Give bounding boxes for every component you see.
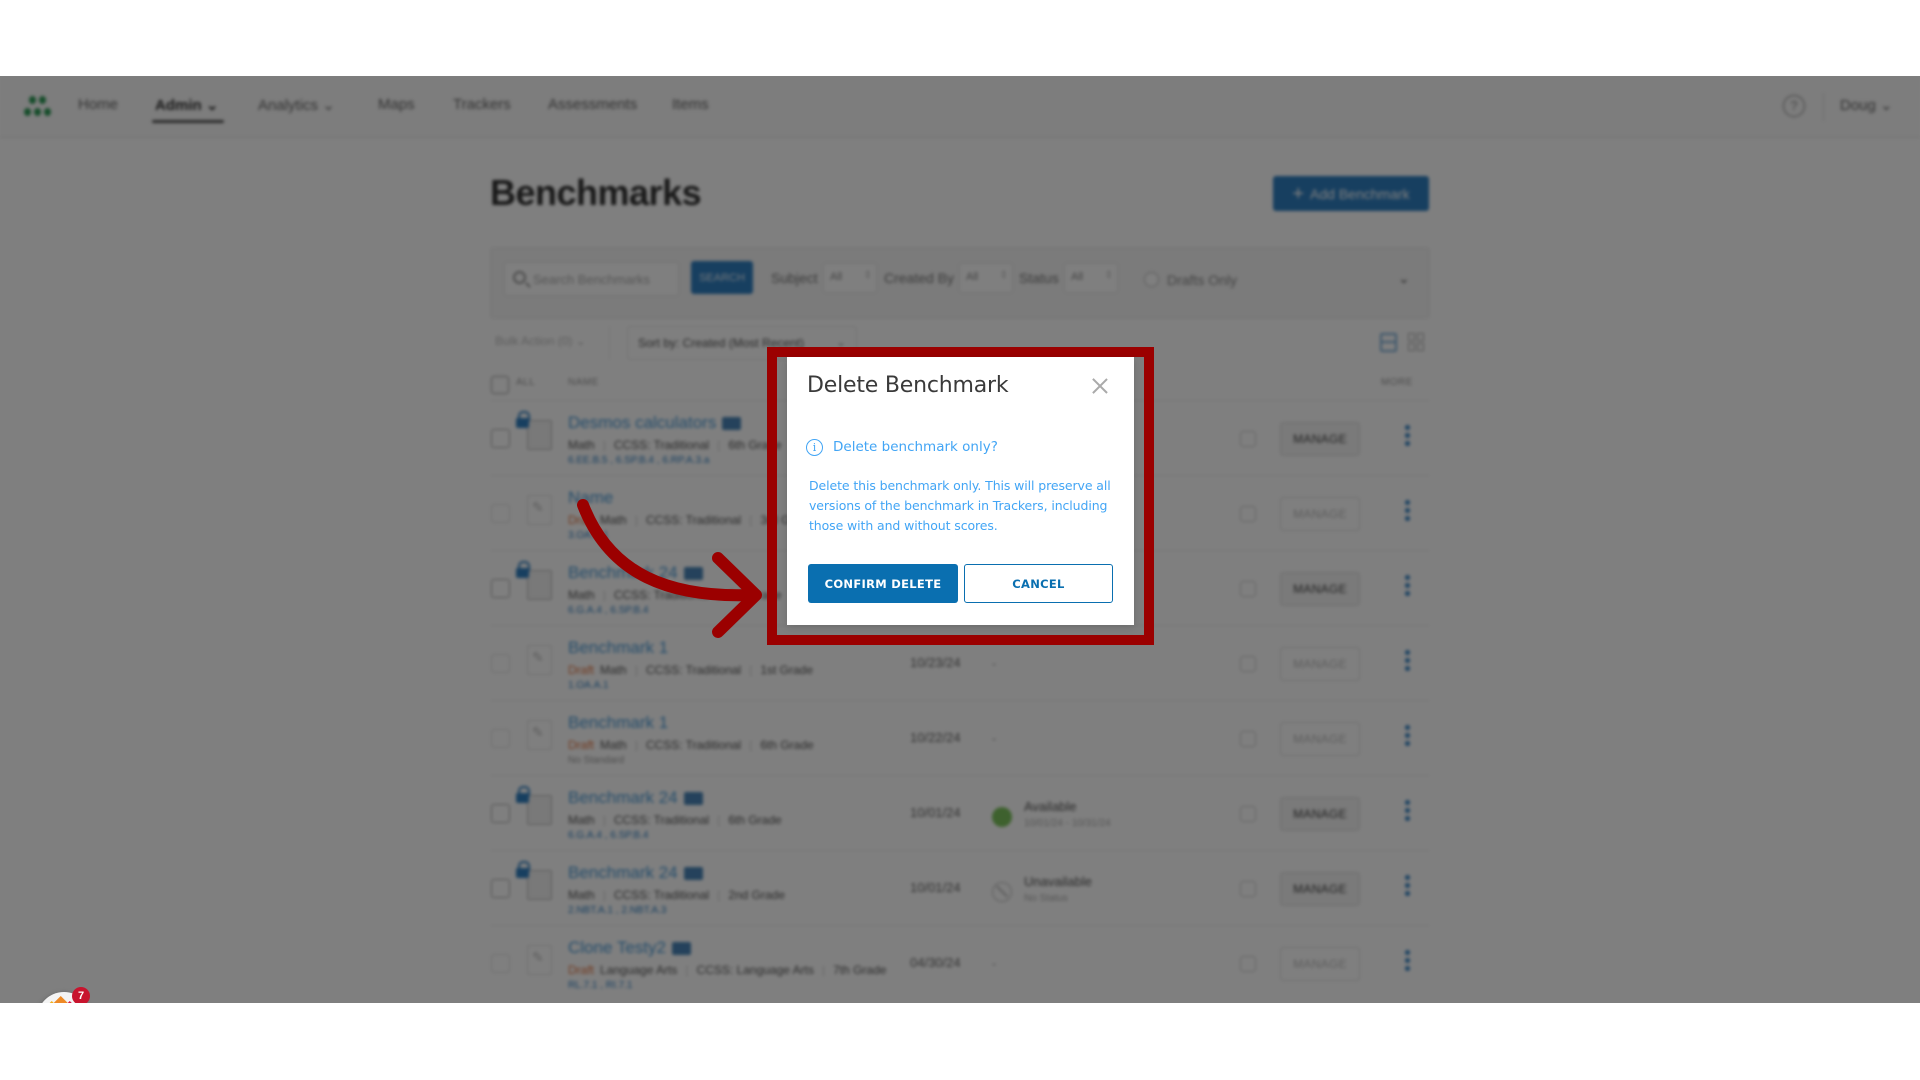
cancel-button[interactable]: CANCEL — [964, 564, 1113, 603]
notification-badge: 7 — [72, 987, 90, 1003]
confirm-delete-button[interactable]: CONFIRM DELETE — [808, 564, 958, 603]
info-icon: i — [806, 439, 823, 456]
info-title: Delete benchmark only? — [833, 439, 998, 455]
close-icon[interactable] — [1089, 375, 1111, 397]
info-body: Delete this benchmark only. This will pr… — [809, 478, 1111, 533]
delete-benchmark-modal: Delete Benchmark i Delete benchmark only… — [787, 357, 1134, 625]
modal-title: Delete Benchmark — [807, 373, 1009, 398]
screen: Home Admin ⌄ Analytics ⌄ Maps Trackers A… — [0, 0, 1920, 1080]
